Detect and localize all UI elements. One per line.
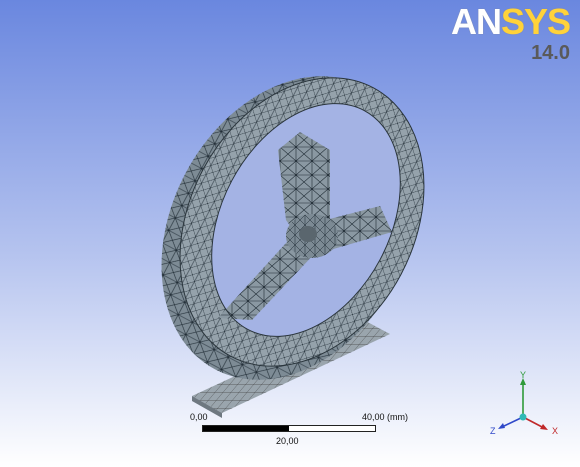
- orientation-triad[interactable]: Y X Z: [486, 370, 566, 440]
- scale-mid-label: 20,00: [276, 436, 299, 446]
- ansys-brand: ANSYS 14.0: [450, 1, 571, 65]
- ansys-logo: ANSYS: [450, 1, 571, 42]
- triad-x-label: X: [552, 426, 559, 436]
- scale-bar: [202, 425, 376, 432]
- scale-ruler: 0,00 40,00 (mm) 20,00: [190, 412, 420, 452]
- version-label: 14.0: [531, 42, 570, 64]
- triad-z-label: Z: [490, 426, 496, 436]
- scale-end-label: 40,00 (mm): [362, 412, 409, 422]
- graphics-viewport[interactable]: ANSYS 14.0 0,00 40,00 (mm) 20,00 Y X Z: [0, 0, 580, 467]
- scale-start-label: 0,00: [190, 412, 208, 422]
- triad-y-label: Y: [520, 370, 527, 380]
